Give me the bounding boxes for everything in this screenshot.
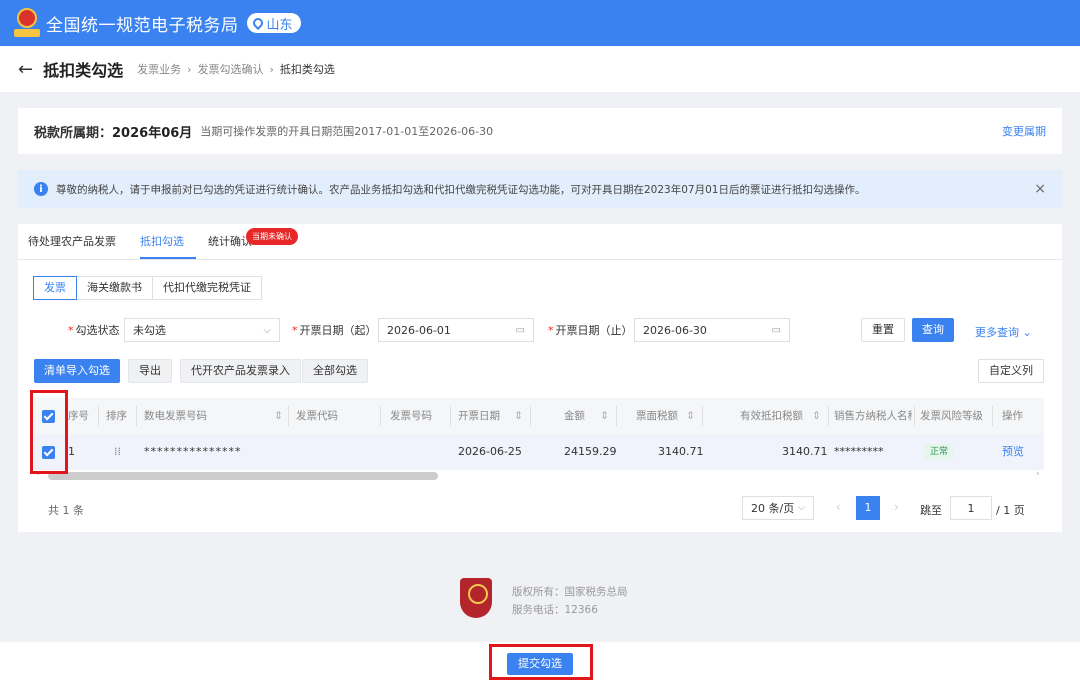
import-select-button[interactable]: 清单导入勾选 [34,359,120,383]
main-panel: 待处理农产品发票 抵扣勾选 统计确认 当期未确认 发票 海关缴款书 代扣代缴完税… [18,224,1062,532]
select-all-button[interactable]: 全部勾选 [302,359,368,383]
date-from-input[interactable]: 2026-06-01 ▭ [378,318,534,342]
tab-deduction-select[interactable]: 抵扣勾选 [140,233,196,259]
next-page-icon[interactable]: › [894,500,899,514]
subtab-withholding[interactable]: 代扣代缴完税凭证 [152,276,262,300]
drag-handle-icon[interactable]: ⁞⁞ [114,434,121,470]
col-invoice-no[interactable]: 数电发票号码 [144,398,207,434]
location-pin-icon [250,15,265,31]
breadcrumb-item[interactable]: 发票业务 [137,63,181,76]
page-number[interactable]: 1 [856,496,880,520]
subtab-invoice[interactable]: 发票 [33,276,77,300]
horizontal-scrollbar[interactable]: ‹ › [34,469,1044,480]
copyright-text: 版权所有：国家税务总局 [512,586,628,598]
row-issue-date: 2026-06-25 [458,445,522,458]
sort-icon[interactable]: ⇕ [812,398,821,434]
chevron-right-icon: › [187,63,192,76]
total-pages: / 1 页 [996,504,1025,517]
calendar-icon: ▭ [771,324,781,336]
sort-icon[interactable]: ⇕ [686,398,695,434]
date-from-label: * 开票日期（起） [292,323,377,338]
region-selector[interactable]: 山东 [246,13,301,33]
subtab-group: 发票 海关缴款书 代扣代缴完税凭证 [33,276,262,300]
row-seq: 1 [68,445,75,458]
period-label: 税款所属期： [34,125,113,141]
chevron-down-icon: ⌵ [798,503,805,513]
row-amount: 24159.29 [564,445,617,458]
total-count: 共 1 条 [48,504,84,517]
tax-period-bar: 税款所属期： 2026年06月 当期可操作发票的开具日期范围2017-01-01… [18,108,1062,154]
col-seq: 序号 [68,410,89,422]
breadcrumb: 发票业务 › 发票勾选确认 › 抵扣类勾选 [137,61,335,77]
service-phone: 服务电话：12366 [512,604,598,616]
tab-bar: 待处理农产品发票 抵扣勾选 统计确认 当期未确认 [18,224,1062,260]
breadcrumb-item[interactable]: 发票勾选确认 [198,63,264,76]
change-period-link[interactable]: 变更属期 [1002,123,1046,139]
more-query-link[interactable]: 更多查询 ⌄ [975,324,1032,340]
col-valid-tax: 有效抵扣税额 [740,410,803,422]
tax-bureau-logo-icon [460,578,492,618]
date-to-label: * 开票日期（止） [548,323,633,338]
col-issue-date: 开票日期 [458,410,500,422]
sort-icon[interactable]: ⇕ [600,398,609,434]
tax-emblem-icon [14,8,40,38]
status-filter-label: * 勾选状态 [68,323,120,338]
footer: 版权所有：国家税务总局 服务电话：12366 [0,560,1080,640]
select-all-checkbox[interactable] [42,410,55,423]
status-select[interactable]: 未勾选 ⌵ [124,318,280,342]
row-face-tax: 3140.71 [658,445,704,458]
invoice-table: 序号 排序 数电发票号码 ⇕ 发票代码 发票号码 开票日期 ⇕ 金额 ⇕ 票面税… [34,398,1044,498]
export-button[interactable]: 导出 [128,359,172,383]
agri-entry-button[interactable]: 代开农产品发票录入 [180,359,301,383]
unconfirmed-badge: 当期未确认 [246,228,298,245]
date-to-input[interactable]: 2026-06-30 ▭ [634,318,790,342]
notice-text: 尊敬的纳税人，请于申报前对已勾选的凭证进行统计确认。农产品业务抵扣勾选和代扣代缴… [56,183,866,196]
row-checkbox[interactable] [42,446,55,459]
chevron-down-icon: ⌵ [263,324,271,336]
prev-page-icon[interactable]: ‹ [836,500,841,514]
preview-link[interactable]: 预览 [1002,434,1024,470]
calendar-icon: ▭ [515,324,525,336]
sort-icon[interactable]: ⇕ [514,398,523,434]
risk-tag: 正常 [924,434,955,470]
back-arrow-icon[interactable]: ← [18,59,33,80]
info-icon: i [34,182,48,196]
reset-button[interactable]: 重置 [861,318,905,342]
row-valid-tax: 3140.71 [782,445,828,458]
page-title: 抵扣类勾选 [43,61,124,80]
row-seller: ********* [834,445,884,458]
row-invoice-no: *************** [144,445,242,458]
notice-banner: i 尊敬的纳税人，请于申报前对已勾选的凭证进行统计确认。农产品业务抵扣勾选和代扣… [18,170,1062,208]
col-seller: 销售方纳税人名称 [834,410,912,422]
region-label: 山东 [266,17,293,33]
table-row[interactable]: 1 ⁞⁞ *************** 2026-06-25 24159.29… [34,434,1044,470]
page-size-select[interactable]: 20 条/页 ⌵ [742,496,814,520]
custom-columns-button[interactable]: 自定义列 [978,359,1044,383]
col-sort: 排序 [106,410,127,422]
page-header: ← 抵扣类勾选 发票业务 › 发票勾选确认 › 抵扣类勾选 [0,46,1080,92]
goto-input[interactable]: 1 [950,496,992,520]
tab-pending-agri[interactable]: 待处理农产品发票 [28,233,128,259]
table-header: 序号 排序 数电发票号码 ⇕ 发票代码 发票号码 开票日期 ⇕ 金额 ⇕ 票面税… [34,398,1044,434]
col-amount: 金额 [564,410,585,422]
close-icon[interactable]: × [1034,181,1046,197]
goto-label: 跳至 [920,504,942,517]
period-range-text: 当期可操作发票的开具日期范围2017-01-01至2026-06-30 [200,125,494,138]
system-title: 全国统一规范电子税务局 [46,15,239,36]
chevron-right-icon: › [269,63,274,76]
subtab-customs[interactable]: 海关缴款书 [76,276,153,300]
submit-selection-button[interactable]: 提交勾选 [507,653,573,675]
sort-icon[interactable]: ⇕ [274,398,283,434]
period-value: 2026年06月 [112,125,193,141]
query-button[interactable]: 查询 [912,318,954,342]
top-bar: 全国统一规范电子税务局 山东 [0,0,1080,46]
col-operation: 操作 [1002,410,1023,422]
col-face-tax: 票面税额 [636,410,678,422]
chevron-down-icon: ⌄ [1022,326,1032,339]
col-invoice-code: 发票代码 [296,410,338,422]
col-risk: 发票风险等级 [920,410,983,422]
col-invoice-num: 发票号码 [390,410,432,422]
breadcrumb-current: 抵扣类勾选 [279,63,335,76]
